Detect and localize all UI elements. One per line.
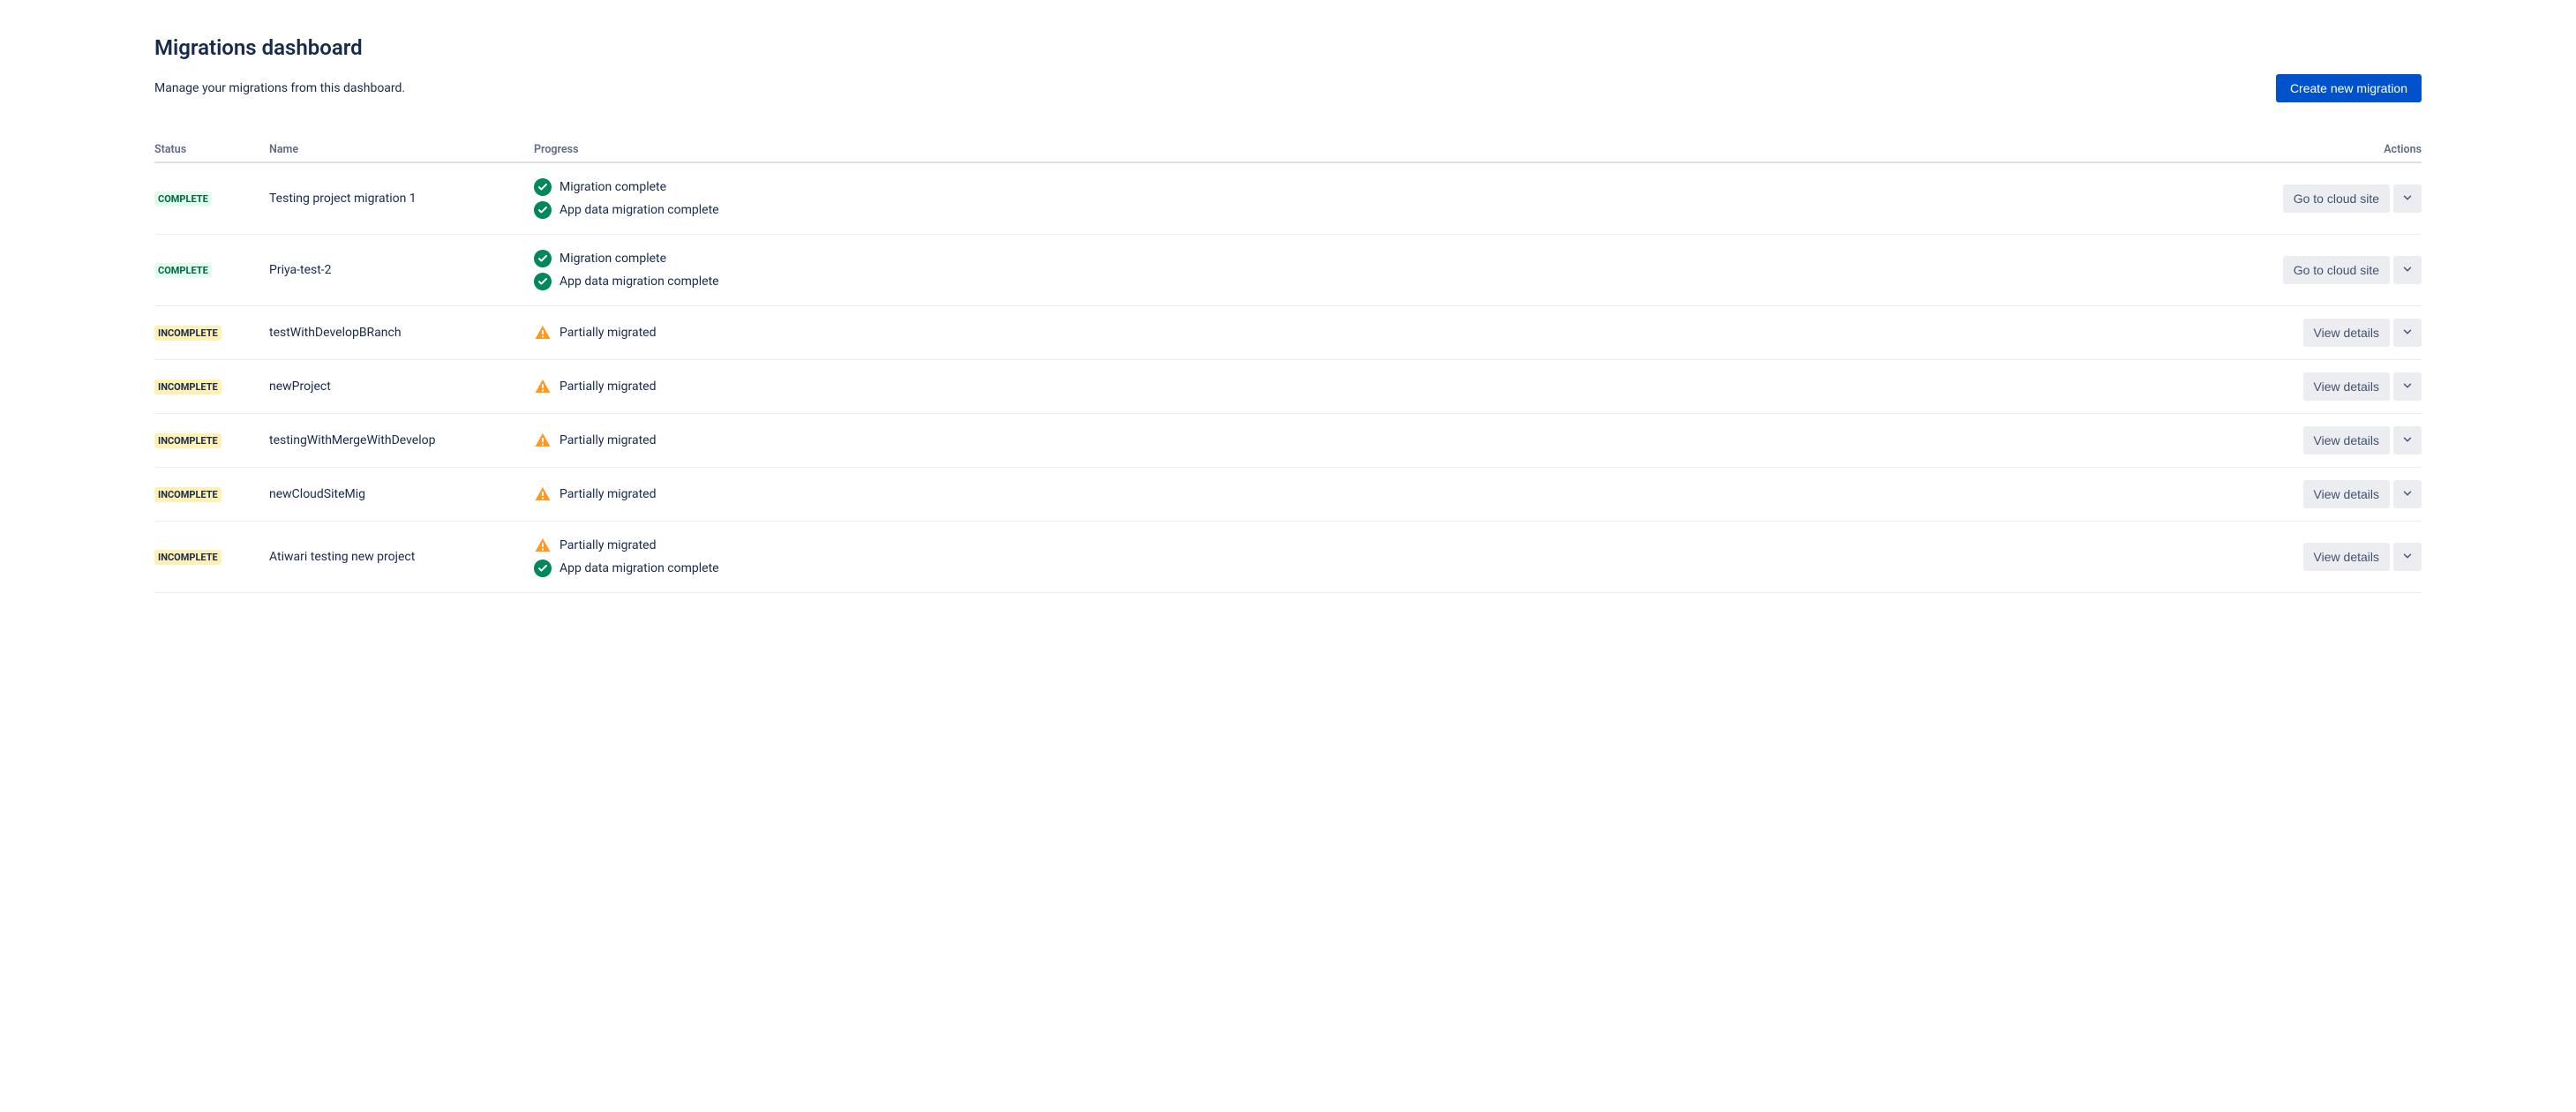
progress-text: App data migration complete: [560, 274, 719, 289]
table-row: INCOMPLETE newProject Partially migrated Vi…: [154, 360, 2422, 414]
chevron-down-icon: [2401, 379, 2414, 394]
page-subtitle: Manage your migrations from this dashboa…: [154, 81, 405, 95]
status-badge: INCOMPLETE: [154, 487, 222, 502]
migration-name: newCloudSiteMig: [269, 468, 534, 522]
progress-text: Partially migrated: [560, 379, 657, 394]
migration-name: newProject: [269, 360, 534, 414]
progress-line: App data migration complete: [534, 557, 2263, 580]
warning-icon: [534, 485, 552, 503]
progress-cell: Partially migrated: [534, 306, 2263, 360]
warning-icon: [534, 324, 552, 342]
warning-icon: [534, 378, 552, 395]
chevron-down-icon: [2401, 550, 2414, 565]
progress-line: Migration complete: [534, 247, 2263, 270]
progress-text: Partially migrated: [560, 326, 657, 340]
progress-text: App data migration complete: [560, 203, 719, 217]
more-actions-button[interactable]: [2393, 184, 2422, 213]
migration-name: Testing project migration 1: [269, 162, 534, 235]
table-row: COMPLETE Priya-test-2 Migration complete Ap…: [154, 235, 2422, 306]
migration-name: Atiwari testing new project: [269, 522, 534, 593]
progress-cell: Partially migrated App data migration com…: [534, 522, 2263, 593]
progress-line: Partially migrated: [534, 375, 2263, 398]
view-details-button[interactable]: View details: [2303, 319, 2390, 347]
table-row: INCOMPLETE testWithDevelopBRanch Partially…: [154, 306, 2422, 360]
view-details-button[interactable]: View details: [2303, 543, 2390, 571]
check-circle-icon: [534, 201, 552, 219]
progress-text: App data migration complete: [560, 561, 719, 575]
progress-cell: Partially migrated: [534, 360, 2263, 414]
progress-text: Migration complete: [560, 180, 666, 194]
go-to-cloud-site-button[interactable]: Go to cloud site: [2283, 256, 2390, 284]
table-row: INCOMPLETE newCloudSiteMig Partially migra…: [154, 468, 2422, 522]
progress-cell: Migration complete App data migration com…: [534, 235, 2263, 306]
progress-line: Partially migrated: [534, 534, 2263, 557]
warning-icon: [534, 537, 552, 554]
more-actions-button[interactable]: [2393, 543, 2422, 571]
progress-line: Partially migrated: [534, 429, 2263, 452]
status-badge: COMPLETE: [154, 192, 212, 207]
check-circle-icon: [534, 273, 552, 290]
column-header-actions: Actions: [2263, 138, 2422, 162]
column-header-name: Name: [269, 138, 534, 162]
progress-cell: Partially migrated: [534, 414, 2263, 468]
progress-text: Partially migrated: [560, 538, 657, 552]
migration-name: testWithDevelopBRanch: [269, 306, 534, 360]
view-details-button[interactable]: View details: [2303, 372, 2390, 401]
table-row: COMPLETETesting project migration 1Migra…: [154, 162, 2422, 235]
chevron-down-icon: [2401, 263, 2414, 278]
progress-cell: Partially migrated: [534, 468, 2263, 522]
progress-text: Partially migrated: [560, 433, 657, 447]
view-details-button[interactable]: View details: [2303, 480, 2390, 508]
progress-cell: Migration complete App data migration com…: [534, 162, 2263, 235]
migration-name: testingWithMergeWithDevelop: [269, 414, 534, 468]
status-badge: INCOMPLETE: [154, 433, 222, 448]
check-circle-icon: [534, 560, 552, 577]
status-badge: INCOMPLETE: [154, 326, 222, 341]
progress-line: Partially migrated: [534, 483, 2263, 506]
migration-name: Priya-test-2: [269, 235, 534, 306]
table-row: INCOMPLETE testingWithMergeWithDevelop Par…: [154, 414, 2422, 468]
more-actions-button[interactable]: [2393, 256, 2422, 284]
header-row: Manage your migrations from this dashboa…: [154, 74, 2422, 102]
column-header-status: Status: [154, 138, 269, 162]
go-to-cloud-site-button[interactable]: Go to cloud site: [2283, 184, 2390, 213]
chevron-down-icon: [2401, 487, 2414, 502]
status-badge: INCOMPLETE: [154, 550, 222, 565]
more-actions-button[interactable]: [2393, 480, 2422, 508]
chevron-down-icon: [2401, 433, 2414, 448]
check-circle-icon: [534, 178, 552, 196]
more-actions-button[interactable]: [2393, 319, 2422, 347]
create-migration-button[interactable]: Create new migration: [2276, 74, 2422, 102]
chevron-down-icon: [2401, 192, 2414, 207]
column-header-progress: Progress: [534, 138, 2263, 162]
progress-line: App data migration complete: [534, 199, 2263, 222]
progress-line: App data migration complete: [534, 270, 2263, 293]
status-badge: INCOMPLETE: [154, 379, 222, 394]
progress-line: Migration complete: [534, 176, 2263, 199]
page-title: Migrations dashboard: [154, 35, 2422, 60]
progress-text: Migration complete: [560, 252, 666, 266]
more-actions-button[interactable]: [2393, 426, 2422, 455]
chevron-down-icon: [2401, 326, 2414, 341]
progress-text: Partially migrated: [560, 487, 657, 501]
warning-icon: [534, 432, 552, 449]
status-badge: COMPLETE: [154, 263, 212, 278]
table-row: INCOMPLETEAtiwari testing new projectPar…: [154, 522, 2422, 593]
more-actions-button[interactable]: [2393, 372, 2422, 401]
migrations-table: Status Name Progress Actions COMPLETE Tes…: [154, 138, 2422, 593]
progress-line: Partially migrated: [534, 321, 2263, 344]
view-details-button[interactable]: View details: [2303, 426, 2390, 455]
check-circle-icon: [534, 250, 552, 267]
